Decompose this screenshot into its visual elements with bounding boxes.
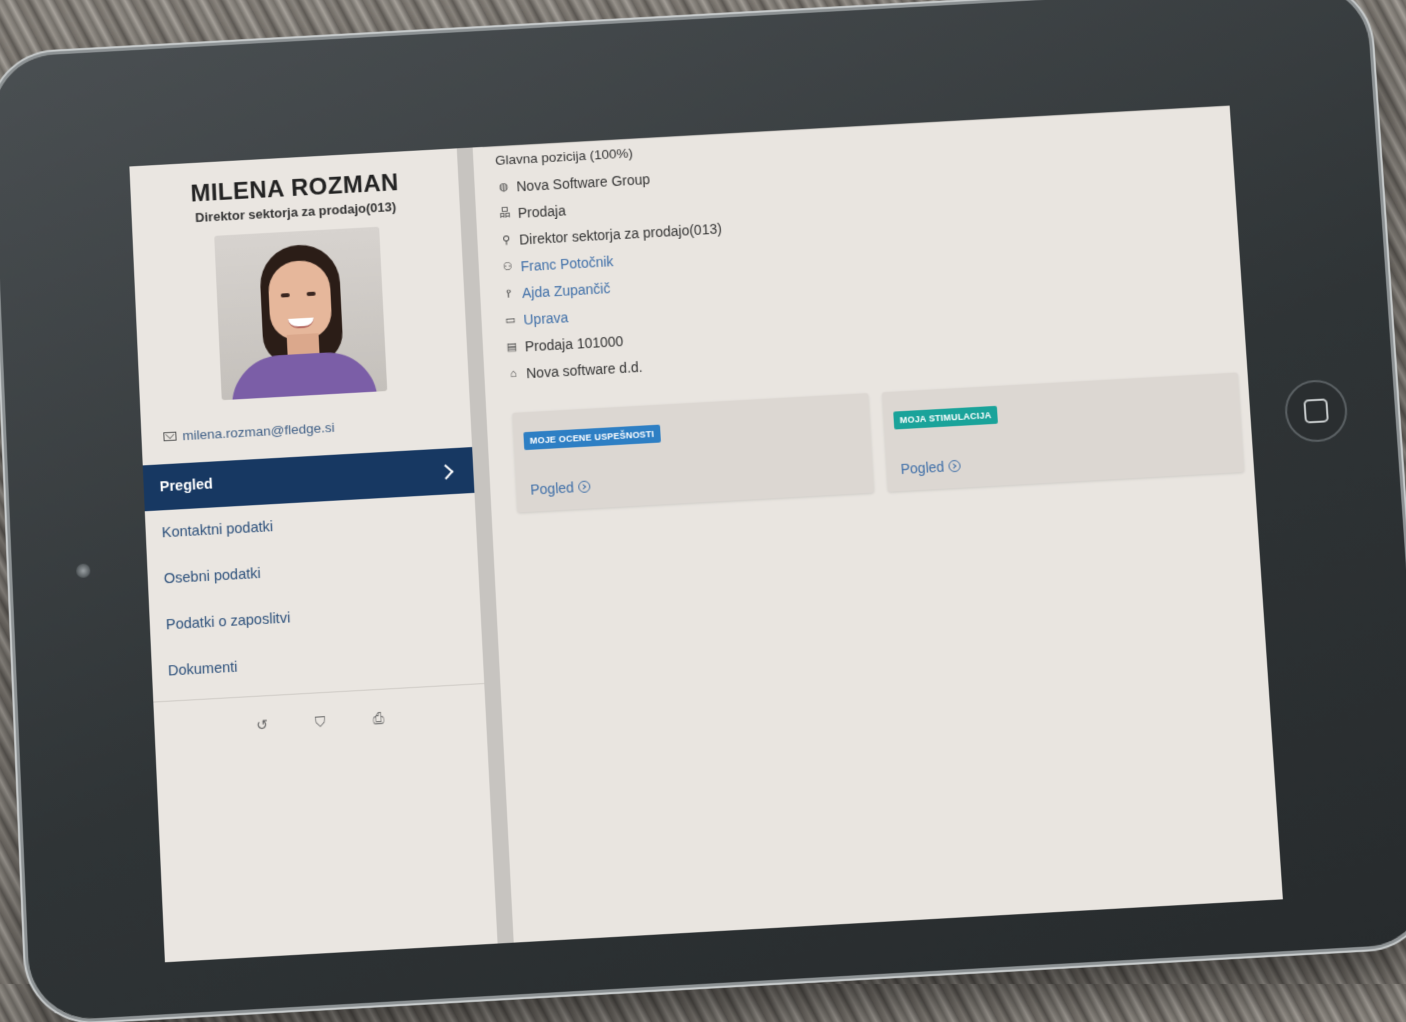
mail-icon xyxy=(163,432,176,442)
globe-icon: ◍ xyxy=(496,179,511,194)
view-stimulation-link[interactable]: Pogled xyxy=(900,458,960,477)
card-performance-reviews: MOJE OCENE USPEŠNOSTI Pogled xyxy=(512,393,874,512)
profile-sidebar: MILENA ROZMAN Direktor sektorja za proda… xyxy=(129,147,513,962)
building-icon: ⌂ xyxy=(506,366,521,381)
app-screen: MILENA ROZMAN Direktor sektorja za proda… xyxy=(129,106,1283,963)
print-icon[interactable]: ⎙ xyxy=(370,710,387,727)
camera-icon xyxy=(76,563,91,578)
chevron-right-icon xyxy=(438,464,454,479)
main-content: Glavna pozicija (100%) ◍ Nova Software G… xyxy=(473,106,1283,943)
email-text: milena.rozman@fledge.si xyxy=(182,420,335,443)
badge-performance-reviews: MOJE OCENE USPEŠNOSTI xyxy=(523,425,660,451)
hierarchy-icon: ⫯ xyxy=(502,286,517,301)
arrow-circle-right-icon xyxy=(948,460,961,473)
profile-nav: Pregled Kontaktni podatki Osebni podatki… xyxy=(143,447,484,695)
tablet-frame: MILENA ROZMAN Direktor sektorja za proda… xyxy=(0,0,1406,1022)
sidebar-actions: ↺ ⛉ ⎙ xyxy=(154,704,486,739)
history-icon[interactable]: ↺ xyxy=(254,716,271,733)
briefcase-icon: ▭ xyxy=(503,313,518,328)
money-icon: ▤ xyxy=(505,339,520,354)
email-link[interactable]: milena.rozman@fledge.si xyxy=(163,412,471,444)
view-performance-link[interactable]: Pogled xyxy=(530,478,590,497)
summary-cards: MOJE OCENE USPEŠNOSTI Pogled MOJA STIMUL… xyxy=(512,372,1244,512)
org-chart-icon: 品 xyxy=(498,206,513,221)
arrow-circle-right-icon xyxy=(578,480,591,493)
home-button[interactable] xyxy=(1283,378,1349,443)
manager-icon: ⚇ xyxy=(500,259,515,274)
badge-stimulation: MOJA STIMULACIJA xyxy=(893,406,998,430)
position-info-list: ◍ Nova Software Group 品 Prodaja ⚲ Direkt… xyxy=(496,133,1246,387)
card-stimulation: MOJA STIMULACIJA Pogled xyxy=(882,372,1244,491)
shield-icon[interactable]: ⛉ xyxy=(312,713,329,730)
avatar xyxy=(214,227,387,400)
home-square-icon xyxy=(1303,398,1329,423)
user-role-icon: ⚲ xyxy=(499,233,514,248)
